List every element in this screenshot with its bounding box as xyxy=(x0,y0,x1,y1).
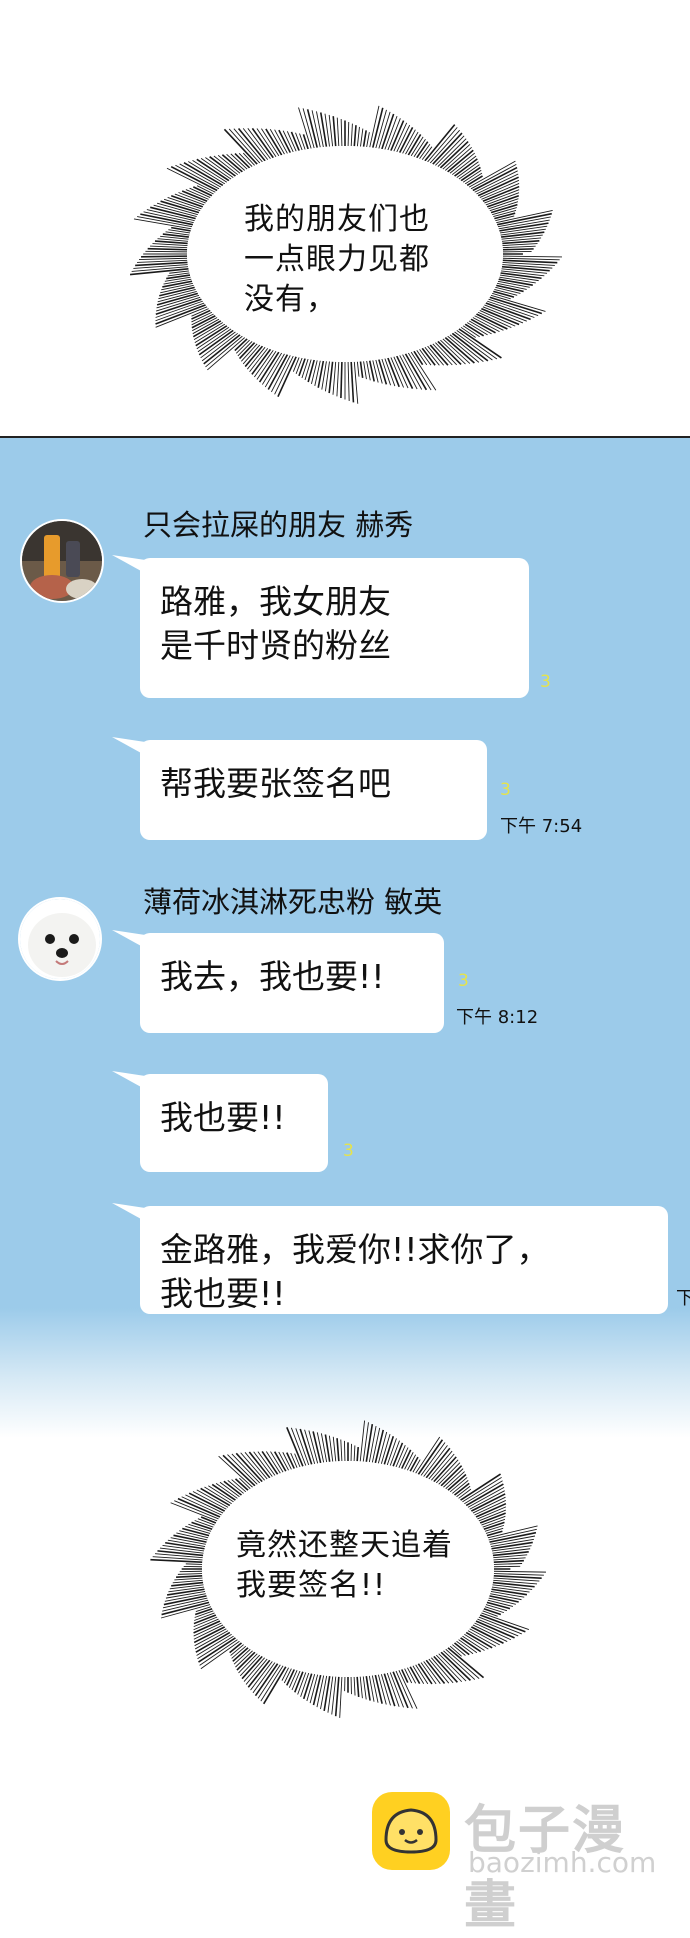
message-bubble[interactable]: 我去，我也要!! xyxy=(140,933,444,1033)
message-time-partial: 下 xyxy=(676,1284,690,1310)
top-caption: 我的朋友们也 一点眼力见都 没有， xyxy=(244,200,430,320)
read-count: 3 xyxy=(540,672,551,692)
drinks-photo-icon xyxy=(22,521,104,603)
read-count: 3 xyxy=(500,780,511,800)
bun-face-icon xyxy=(372,1792,450,1870)
message-time: 下午 7:54 xyxy=(500,812,582,838)
message-bubble[interactable]: 我也要!! xyxy=(140,1074,328,1172)
top-panel: 我的朋友们也 一点眼力见都 没有， xyxy=(0,0,690,438)
message-time: 下午 8:12 xyxy=(456,1003,538,1029)
avatar-sender2[interactable] xyxy=(18,897,102,981)
avatar-sender1[interactable] xyxy=(20,519,104,603)
sender1-name: 只会拉屎的朋友 赫秀 xyxy=(143,502,413,544)
message-bubble[interactable]: 金路雅，我爱你!!求你了， 我也要!! xyxy=(140,1206,668,1314)
bun-icon xyxy=(372,1792,450,1870)
watermark: 包子漫畫 baozimh.com xyxy=(372,1788,672,1878)
dog-photo-icon xyxy=(20,899,102,981)
thought-burst-bottom: 竟然还整天追着 我要签名!! xyxy=(150,1420,546,1718)
message-bubble[interactable]: 路雅，我女朋友 是千时贤的粉丝 xyxy=(140,558,529,698)
read-count: 3 xyxy=(458,971,469,991)
watermark-url: baozimh.com xyxy=(468,1846,656,1879)
read-count: 3 xyxy=(343,1141,354,1161)
thought-burst-top: 我的朋友们也 一点眼力见都 没有， xyxy=(128,104,562,404)
message-bubble[interactable]: 帮我要张签名吧 xyxy=(140,740,487,840)
sender2-name: 薄荷冰淇淋死忠粉 敏英 xyxy=(143,879,442,921)
bottom-caption: 竟然还整天追着 我要签名!! xyxy=(236,1526,453,1606)
